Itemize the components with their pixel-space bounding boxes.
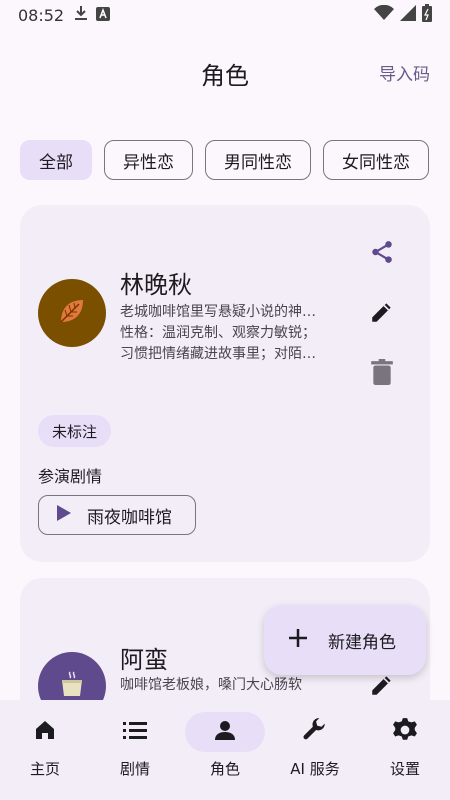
character-name: 阿蛮	[120, 646, 168, 674]
tea-cup-icon	[56, 668, 88, 704]
description-line: 性格：温润克制、观察力敏锐；	[120, 325, 316, 341]
delete-icon[interactable]	[368, 358, 396, 386]
import-code-button[interactable]: 导入码	[379, 60, 430, 85]
plus-icon	[288, 628, 308, 653]
description-line: 咖啡馆老板娘，嗓门大心肠软	[120, 677, 302, 693]
edit-icon[interactable]	[368, 298, 396, 326]
autumn-leaf-icon	[55, 294, 89, 332]
story-button[interactable]: 雨夜咖啡馆	[38, 495, 196, 535]
edit-icon[interactable]	[368, 671, 396, 699]
share-icon[interactable]	[368, 238, 396, 266]
battery-icon	[422, 4, 432, 26]
signal-icon	[400, 5, 416, 25]
wifi-icon	[374, 4, 394, 25]
new-character-label: 新建角色	[328, 632, 396, 653]
home-icon	[33, 718, 57, 746]
nav-label: 主页	[29, 760, 60, 778]
nav-item-settings[interactable]: 设置	[360, 700, 450, 800]
filter-chip-all[interactable]: 全部	[20, 140, 92, 180]
character-name: 林晚秋	[120, 271, 192, 299]
filter-chip-gay[interactable]: 男同性恋	[205, 140, 311, 180]
section-label: 参演剧情	[38, 467, 103, 486]
a-box-icon	[96, 6, 111, 25]
nav-label: 设置	[389, 760, 420, 778]
status-bar: 08:52	[0, 0, 450, 30]
person-icon	[213, 718, 237, 746]
play-icon	[57, 504, 71, 526]
character-card[interactable]: 林晚秋 老城咖啡馆里写悬疑小说的神… 性格：温润克制、观察力敏锐； 习惯把情绪藏…	[20, 205, 430, 562]
nav-label: AI 服务	[290, 760, 340, 778]
download-icon	[74, 5, 88, 25]
nav-label: 角色	[209, 760, 240, 778]
filter-chip-hetero[interactable]: 异性恋	[104, 140, 193, 180]
status-badge: 未标注	[38, 415, 112, 447]
story-label: 雨夜咖啡馆	[87, 507, 172, 528]
status-time: 08:52	[18, 5, 65, 25]
wrench-icon	[302, 717, 328, 747]
bottom-nav: 主页 剧情 角色 AI 服务 设置	[0, 700, 450, 800]
nav-item-stories[interactable]: 剧情	[90, 700, 180, 800]
description-line: 习惯把情绪藏进故事里；对陌…	[120, 346, 316, 362]
list-icon	[123, 720, 147, 744]
gear-icon	[392, 717, 418, 747]
description-line: 老城咖啡馆里写悬疑小说的神…	[120, 304, 316, 320]
avatar	[38, 279, 106, 347]
nav-item-characters[interactable]: 角色	[180, 700, 270, 800]
app-bar: 角色 导入码	[0, 50, 450, 94]
nav-label: 剧情	[119, 760, 150, 778]
new-character-button[interactable]: 新建角色	[264, 605, 426, 675]
filter-chip-lesbian[interactable]: 女同性恋	[323, 140, 429, 180]
nav-item-ai-service[interactable]: AI 服务	[270, 700, 360, 800]
character-description: 咖啡馆老板娘，嗓门大心肠软	[120, 675, 336, 696]
nav-item-home[interactable]: 主页	[0, 700, 90, 800]
character-description: 老城咖啡馆里写悬疑小说的神… 性格：温润克制、观察力敏锐； 习惯把情绪藏进故事里…	[120, 302, 336, 365]
filter-chip-row: 全部 异性恋 男同性恋 女同性恋	[20, 140, 430, 180]
